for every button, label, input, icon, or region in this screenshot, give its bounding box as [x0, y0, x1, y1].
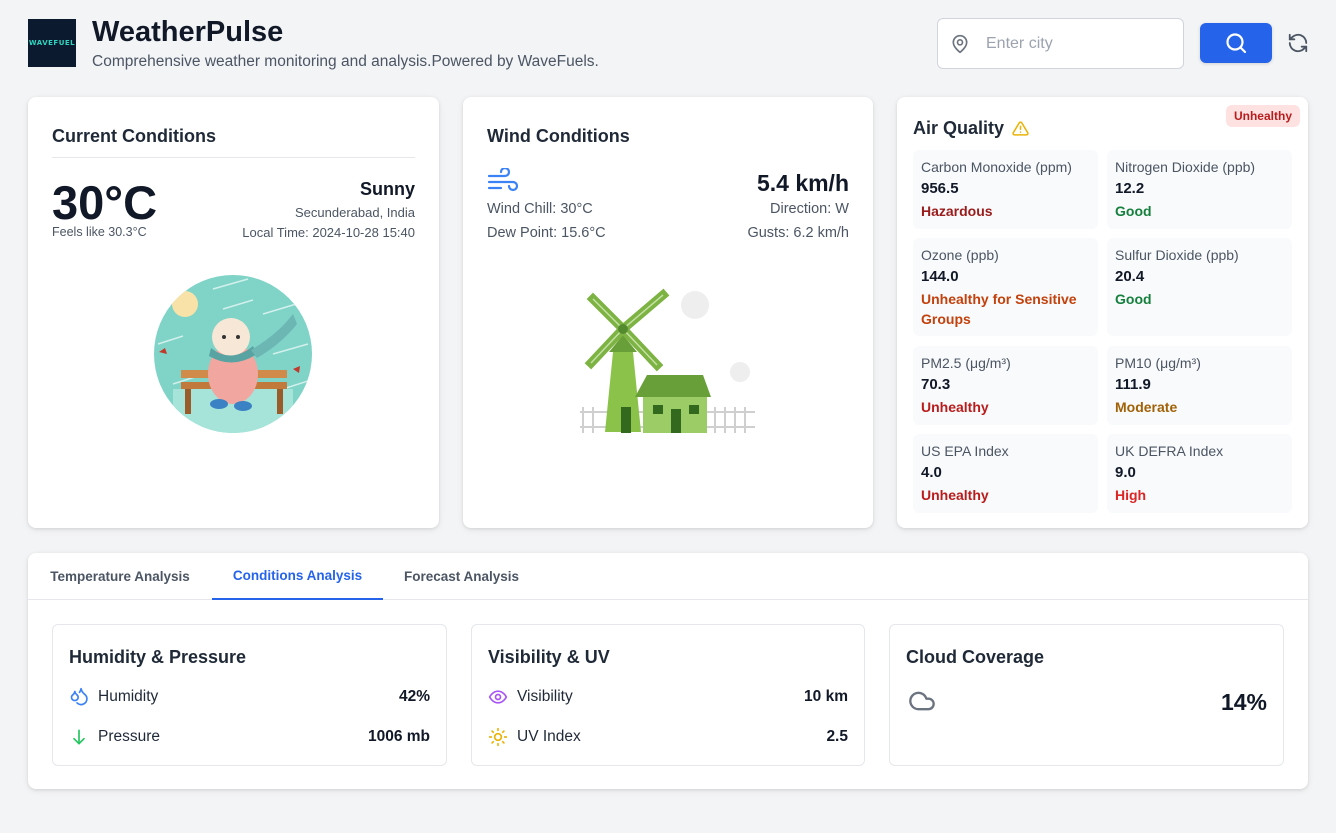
current-temperature: 30°C — [52, 176, 158, 229]
aq-metric-pm25: PM2.5 (μg/m³) 70.3 Unhealthy — [913, 346, 1098, 425]
wind-chill: Wind Chill: 30°C — [487, 201, 593, 217]
search-button[interactable] — [1200, 23, 1272, 63]
cloud-coverage-title: Cloud Coverage — [906, 647, 1045, 667]
warning-icon — [1012, 121, 1029, 136]
aq-metric-value: 12.2 — [1115, 180, 1145, 197]
local-time: Local Time: 2024-10-28 15:40 — [242, 225, 415, 240]
pressure-label: Pressure — [98, 728, 161, 745]
cloud-coverage-value: 14% — [1220, 689, 1267, 715]
wind-gusts: Gusts: 6.2 km/h — [747, 225, 849, 241]
wind-speed: 5.4 km/h — [756, 170, 849, 196]
aq-metric-us-epa: US EPA Index 4.0 Unhealthy — [913, 434, 1098, 513]
aq-metric-pm10: PM10 (μg/m³) 111.9 Moderate — [1107, 346, 1292, 425]
air-quality-card: Air Quality Unhealthy Carbon Monoxide (p… — [897, 97, 1308, 528]
aq-metric-label: US EPA Index — [921, 443, 1009, 459]
weather-condition: Sunny — [359, 179, 415, 199]
location: Secunderabad, India — [295, 205, 415, 220]
feels-like: Feels like 30.3°C — [52, 225, 147, 239]
aq-metric-status: Good — [1115, 291, 1152, 307]
aq-metric-status: High — [1115, 487, 1147, 503]
uv-row: UV Index 2.5 — [488, 727, 848, 747]
current-conditions-card: Current Conditions 30°C Feels like 30.3°… — [28, 97, 439, 528]
aq-metric-ozone: Ozone (ppb) 144.0 Unhealthy for Sensitiv… — [913, 238, 1098, 336]
droplets-icon — [69, 687, 89, 707]
visibility-label: Visibility — [517, 688, 573, 705]
cloud-icon — [909, 691, 935, 711]
city-search-box[interactable] — [937, 18, 1184, 69]
app-title: WeatherPulse — [92, 16, 284, 48]
humidity-pressure-card: Humidity & Pressure Humidity 42% Pressur… — [52, 624, 447, 766]
app-subtitle: Comprehensive weather monitoring and ana… — [92, 53, 599, 70]
aq-metric-label: Ozone (ppb) — [921, 247, 999, 263]
logo-text: WAVEFUEL — [28, 39, 76, 47]
aq-metric-status: Unhealthy — [921, 487, 989, 503]
cloud-coverage-card: Cloud Coverage 14% — [889, 624, 1284, 766]
current-conditions-title: Current Conditions — [52, 126, 216, 146]
aq-metric-value: 111.9 — [1115, 376, 1151, 393]
humidity-value: 42% — [398, 688, 430, 705]
visibility-row: Visibility 10 km — [488, 687, 848, 707]
eye-icon — [488, 687, 508, 707]
wind-conditions-card: Wind Conditions 5.4 km/h Wind Chill: 30°… — [463, 97, 873, 528]
aq-metric-status: Hazardous — [921, 203, 993, 219]
aq-metric-label: Carbon Monoxide (ppm) — [921, 159, 1072, 175]
tab-forecast-analysis[interactable]: Forecast Analysis — [383, 553, 540, 600]
sun-icon — [488, 727, 508, 747]
refresh-button[interactable] — [1286, 31, 1310, 55]
humidity-label: Humidity — [98, 688, 159, 705]
weather-illustration — [154, 275, 312, 433]
visibility-uv-card: Visibility & UV Visibility 10 km UV Inde… — [471, 624, 865, 766]
aq-metric-value: 4.0 — [921, 464, 942, 481]
uv-label: UV Index — [517, 728, 581, 745]
air-quality-title: Air Quality — [913, 118, 1005, 138]
analysis-panel: Temperature Analysis Conditions Analysis… — [28, 553, 1308, 789]
wind-conditions-title: Wind Conditions — [487, 126, 630, 146]
wind-direction: Direction: W — [770, 201, 849, 217]
windmill-illustration — [580, 288, 755, 433]
arrow-down-icon — [69, 727, 89, 747]
aq-metric-status: Good — [1115, 203, 1152, 219]
aq-metric-co: Carbon Monoxide (ppm) 956.5 Hazardous — [913, 150, 1098, 229]
aq-metric-status: Unhealthy — [921, 399, 989, 415]
aq-metric-value: 9.0 — [1115, 464, 1136, 481]
aq-metric-status: Moderate — [1115, 399, 1178, 415]
aq-metric-label: PM2.5 (μg/m³) — [921, 355, 1011, 371]
visibility-value: 10 km — [804, 688, 848, 705]
map-pin-icon — [952, 34, 968, 53]
aq-metric-label: Sulfur Dioxide (ppb) — [1115, 247, 1239, 263]
pressure-row: Pressure 1006 mb — [69, 727, 430, 747]
visibility-uv-title: Visibility & UV — [488, 647, 610, 667]
wind-icon — [487, 168, 519, 192]
air-quality-header: Air Quality — [913, 118, 1029, 139]
aq-metric-label: PM10 (μg/m³) — [1115, 355, 1201, 371]
aq-metric-no2: Nitrogen Dioxide (ppb) 12.2 Good — [1107, 150, 1292, 229]
app-logo: WAVEFUEL — [28, 19, 76, 67]
air-quality-status-badge: Unhealthy — [1225, 105, 1300, 127]
divider — [52, 157, 415, 158]
aq-metric-label: UK DEFRA Index — [1115, 443, 1224, 459]
analysis-tabs: Temperature Analysis Conditions Analysis… — [28, 553, 1308, 600]
aq-metric-uk-defra: UK DEFRA Index 9.0 High — [1107, 434, 1292, 513]
pressure-value: 1006 mb — [367, 728, 430, 745]
aq-metric-value: 144.0 — [921, 268, 959, 285]
aq-metric-so2: Sulfur Dioxide (ppb) 20.4 Good — [1107, 238, 1292, 336]
aq-metric-label: Nitrogen Dioxide (ppb) — [1115, 159, 1256, 175]
aq-metric-value: 956.5 — [921, 180, 959, 197]
tab-temperature-analysis[interactable]: Temperature Analysis — [28, 553, 212, 600]
search-icon — [1226, 33, 1247, 54]
uv-value: 2.5 — [826, 728, 848, 745]
aq-metric-value: 70.3 — [921, 376, 951, 393]
aq-metric-status: Unhealthy for Sensitive Groups — [921, 291, 1077, 327]
humidity-row: Humidity 42% — [69, 687, 430, 707]
humidity-pressure-title: Humidity & Pressure — [69, 647, 247, 667]
city-search-input[interactable] — [986, 34, 1156, 53]
refresh-icon — [1288, 33, 1308, 53]
dew-point: Dew Point: 15.6°C — [487, 225, 606, 241]
tab-conditions-analysis[interactable]: Conditions Analysis — [212, 553, 383, 600]
aq-metric-value: 20.4 — [1115, 268, 1145, 285]
